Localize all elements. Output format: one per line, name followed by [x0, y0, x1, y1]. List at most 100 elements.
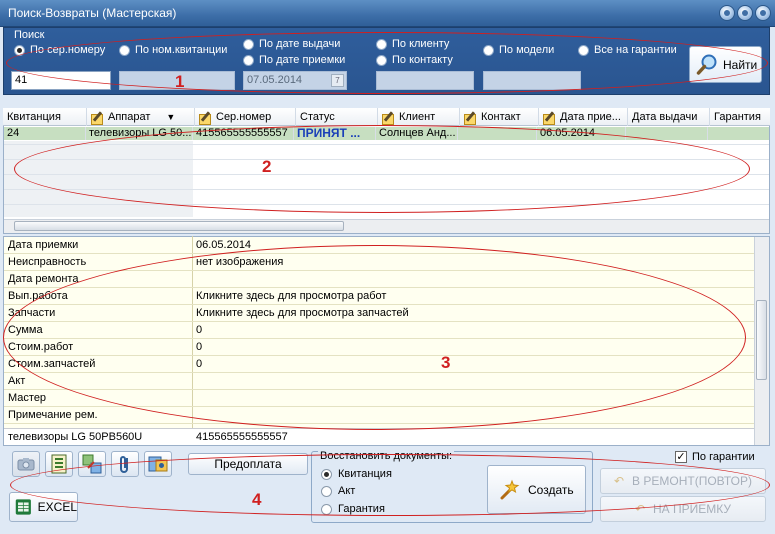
detail-value: 0 — [196, 358, 203, 370]
camera-button[interactable] — [12, 451, 40, 477]
detail-label: Мастер — [8, 392, 47, 404]
grid-header: Квитанция Аппарат ▼ Сер.номер Статус Клие… — [3, 108, 770, 126]
detail-value: 06.05.2014 — [196, 239, 252, 251]
restore-option-warranty[interactable]: Гарантия — [321, 502, 385, 516]
column-shade — [4, 141, 86, 217]
footer-serial: 415565555555557 — [196, 431, 288, 443]
footer-device: телевизоры LG 50PB560U — [8, 431, 143, 443]
create-button[interactable]: Создать — [487, 465, 586, 514]
grid-line — [4, 144, 769, 145]
document-button[interactable] — [45, 451, 73, 477]
col-device[interactable]: Аппарат ▼ — [87, 108, 195, 126]
minimize-icon[interactable] — [719, 5, 735, 21]
to-intake-button[interactable]: ↶ НА ПРИЕМКУ — [600, 496, 766, 522]
model-input[interactable] — [483, 71, 581, 90]
radio-by-model[interactable]: По модели — [483, 43, 554, 57]
detail-label: Вып.работа — [8, 290, 68, 302]
detail-row — [4, 373, 754, 390]
cell-device: телевизоры LG 50... — [86, 127, 193, 140]
radio-by-client[interactable]: По клиенту — [376, 37, 449, 51]
search-legend: Поиск — [14, 29, 45, 41]
cell-receipt: 24 — [4, 127, 86, 140]
radio-dot — [321, 468, 332, 480]
client-input[interactable] — [376, 71, 474, 90]
cell-contact — [458, 127, 537, 140]
radio-by-contact[interactable]: По контакту — [376, 53, 453, 67]
grid-line — [4, 189, 769, 190]
grid-line — [4, 204, 769, 205]
document-icon — [51, 454, 67, 474]
cell-warranty — [708, 127, 768, 140]
view-works-link[interactable]: Кликните здесь для просмотра работ — [196, 288, 386, 305]
close-icon[interactable] — [755, 5, 771, 21]
detail-label: Стоим.работ — [8, 341, 74, 353]
detail-value: 0 — [196, 341, 203, 353]
col-warranty[interactable]: Гарантия — [710, 108, 770, 126]
calendar-icon[interactable]: 7 — [331, 74, 344, 87]
detail-label: Акт — [8, 375, 26, 387]
search-input[interactable]: 41 — [11, 71, 111, 90]
detail-row — [4, 271, 754, 288]
detail-label: Стоим.запчастей — [8, 358, 96, 370]
column-shade — [86, 141, 193, 217]
date-value: 07.05.2014 — [247, 74, 303, 86]
radio-dot — [243, 38, 254, 50]
detail-label: Запчасти — [8, 307, 56, 319]
radio-by-serial[interactable]: По сер.номеру — [14, 43, 105, 57]
excel-icon — [15, 499, 31, 515]
edit-icon — [91, 111, 105, 125]
window-title: Поиск-Возвраты (Мастерская) — [8, 6, 177, 20]
find-label: Найти — [723, 57, 758, 72]
detail-row — [4, 322, 754, 339]
annotation-number: 3 — [441, 353, 451, 372]
radio-by-receipt[interactable]: По ном.квитанции — [119, 43, 227, 57]
col-serial[interactable]: Сер.номер — [195, 108, 296, 126]
detail-row — [4, 356, 754, 373]
magnifier-icon — [696, 54, 717, 75]
prepayment-button[interactable]: Предоплата — [188, 453, 308, 475]
edit-icon — [543, 111, 557, 125]
maximize-icon[interactable] — [737, 5, 753, 21]
radio-dot — [376, 38, 387, 50]
col-contact[interactable]: Контакт — [460, 108, 539, 126]
cell-status: ПРИНЯТ ... — [294, 127, 376, 140]
restore-option-receipt[interactable]: Квитанция — [321, 467, 392, 481]
grid-line — [4, 159, 769, 160]
col-status[interactable]: Статус — [296, 108, 378, 126]
horizontal-scroll-thumb[interactable] — [14, 221, 344, 231]
cell-intake-date: 06.05.2014 — [537, 127, 626, 140]
radio-by-issue-date[interactable]: По дате выдачи — [243, 37, 340, 51]
date-input[interactable]: 07.05.2014 7 — [243, 71, 347, 90]
detail-value: 0 — [196, 324, 203, 336]
find-button[interactable]: Найти — [689, 46, 762, 83]
view-parts-link[interactable]: Кликните здесь для просмотра запчастей — [196, 305, 409, 322]
to-repair-button[interactable]: ↶ В РЕМОНТ(ПОВТОР) — [600, 468, 766, 494]
annotation-number: 2 — [262, 157, 272, 176]
radio-dot — [14, 44, 25, 56]
vertical-scroll-thumb[interactable] — [756, 300, 767, 380]
radio-dot — [578, 44, 589, 56]
clip-button[interactable] — [111, 451, 139, 477]
annotation-number: 4 — [252, 490, 262, 509]
sort-down-icon: ▼ — [166, 112, 176, 122]
radio-all-warranty[interactable]: Все на гарантии — [578, 43, 677, 57]
detail-row — [4, 390, 754, 407]
annotation-number: 1 — [175, 72, 185, 91]
restore-option-act[interactable]: Акт — [321, 484, 355, 498]
radio-dot — [321, 485, 332, 497]
image-button[interactable] — [144, 451, 172, 477]
radio-by-intake-date[interactable]: По дате приемки — [243, 53, 345, 67]
col-receipt[interactable]: Квитанция — [3, 108, 87, 126]
col-issue-date[interactable]: Дата выдачи — [628, 108, 710, 126]
col-intake-date[interactable]: Дата прие... — [539, 108, 628, 126]
detail-value: нет изображения — [196, 256, 284, 268]
detail-label: Дата приемки — [8, 239, 79, 251]
warranty-checkbox[interactable]: ✓ По гарантии — [675, 451, 755, 463]
detail-label: Дата ремонта — [8, 273, 79, 285]
grid-line — [4, 174, 769, 175]
edit-icon — [464, 111, 478, 125]
excel-button[interactable]: EXCEL — [9, 492, 78, 522]
transfer-button[interactable] — [78, 451, 106, 477]
table-row[interactable]: 24 телевизоры LG 50... 415565555555557 П… — [4, 127, 769, 140]
col-client[interactable]: Клиент — [378, 108, 460, 126]
